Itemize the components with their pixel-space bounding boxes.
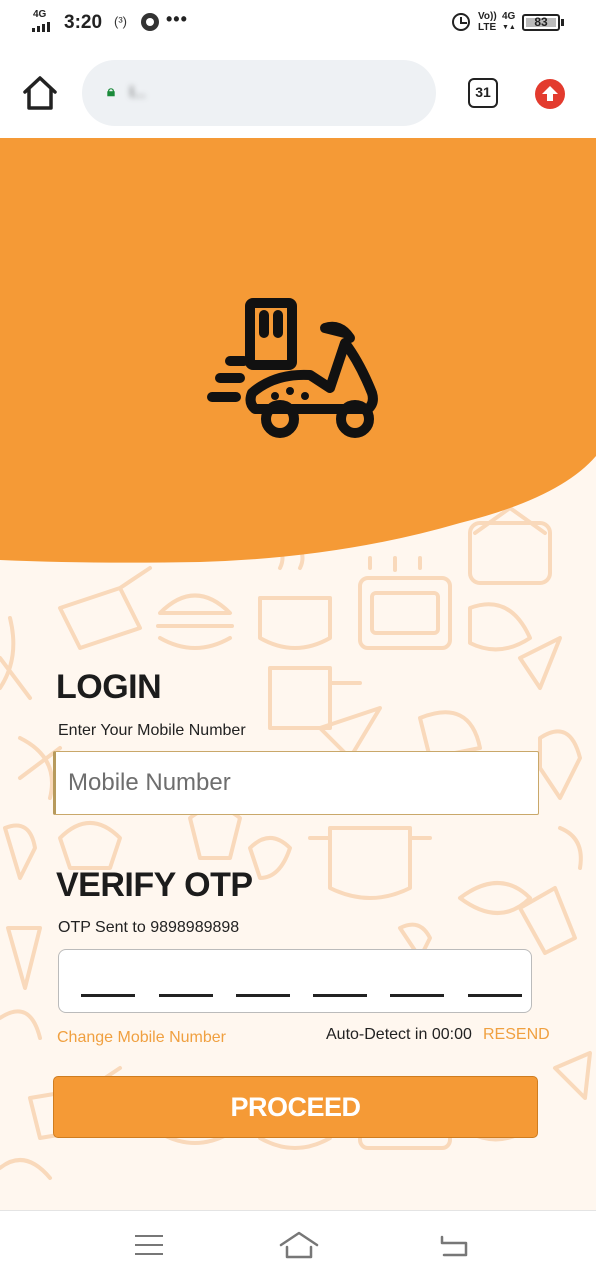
verify-otp-heading: VERIFY OTP	[56, 866, 253, 904]
mobile-number-input[interactable]	[53, 751, 539, 815]
back-icon[interactable]	[438, 1233, 470, 1259]
data-network-label: 4G	[502, 11, 516, 22]
more-notifications-icon: •••	[166, 9, 188, 29]
volte-indicator: Vo)) LTE	[478, 11, 497, 33]
hotspot-icon: (³)	[114, 14, 127, 29]
otp-digit-slot[interactable]	[81, 994, 135, 997]
mobile-number-label: Enter Your Mobile Number	[58, 722, 246, 739]
tabs-button[interactable]: 31	[468, 78, 498, 108]
alarm-icon	[452, 13, 470, 31]
url-text: l...	[130, 84, 146, 101]
battery-level: 83	[534, 15, 548, 29]
chrome-icon	[141, 13, 159, 31]
otp-digit-slot[interactable]	[159, 994, 213, 997]
signal-icon: 4G	[32, 9, 60, 32]
auto-detect-timer: Auto-Detect in 00:00	[326, 1026, 472, 1043]
login-heading: LOGIN	[56, 668, 162, 706]
nav-home-icon[interactable]	[278, 1229, 320, 1261]
proceed-button[interactable]: PROCEED	[53, 1076, 538, 1138]
otp-digit-slot[interactable]	[468, 994, 522, 997]
status-bar: 4G 3:20 (³) ••• Vo)) LTE 4G ▼▲ 83	[0, 0, 596, 48]
network-type: 4G	[33, 9, 47, 20]
home-icon[interactable]	[20, 74, 60, 112]
lte-label: LTE	[478, 22, 497, 33]
battery-icon: 83	[522, 14, 564, 31]
browser-toolbar: 🔒︎ l... 31	[0, 48, 596, 138]
clock: 3:20	[64, 12, 103, 33]
otp-input-group[interactable]	[58, 949, 532, 1013]
otp-digit-slot[interactable]	[390, 994, 444, 997]
otp-sent-to-label: OTP Sent to 9898989898	[58, 919, 240, 936]
otp-digit-slot[interactable]	[313, 994, 367, 997]
data-activity-icon: ▼▲	[502, 24, 516, 31]
otp-digit-slot[interactable]	[236, 994, 290, 997]
url-bar[interactable]: 🔒︎ l...	[82, 60, 436, 126]
update-arrow-icon[interactable]	[535, 79, 565, 109]
recent-apps-icon[interactable]	[135, 1235, 163, 1257]
volte-label: Vo))	[478, 11, 497, 22]
delivery-scooter-icon	[207, 298, 378, 438]
data-indicator: 4G ▼▲	[502, 11, 516, 33]
resend-link[interactable]: RESEND	[483, 1026, 550, 1044]
page-content: LOGIN Enter Your Mobile Number VERIFY OT…	[0, 138, 596, 1210]
system-navigation-bar	[0, 1210, 596, 1280]
lock-icon: 🔒︎	[107, 83, 115, 100]
change-mobile-number-link[interactable]: Change Mobile Number	[57, 1029, 226, 1047]
